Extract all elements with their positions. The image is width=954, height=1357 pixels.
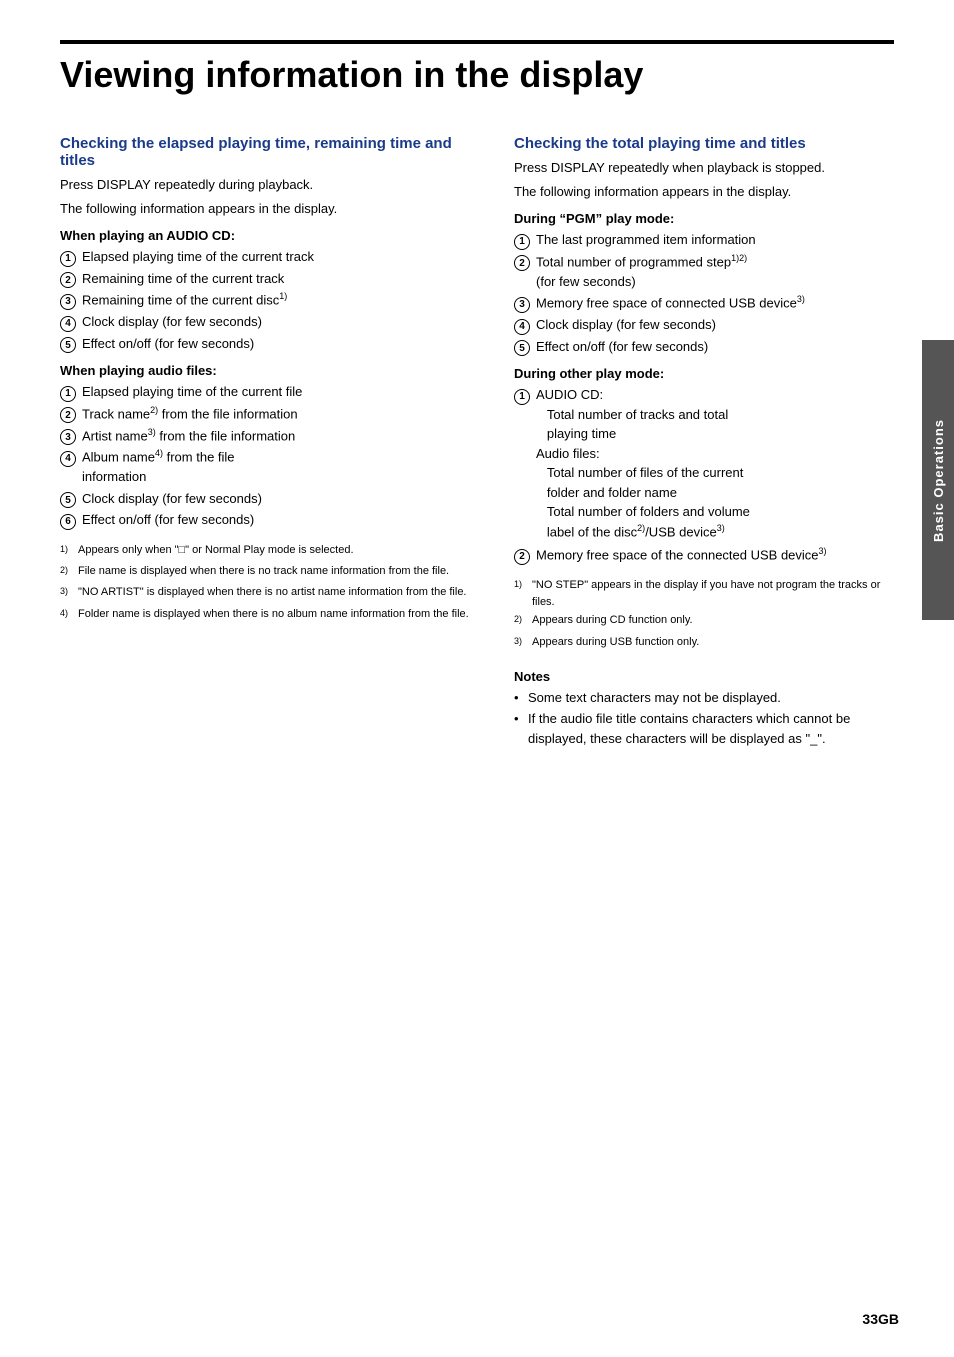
footnote-item: 2) Appears during CD function only.: [514, 612, 894, 631]
section2-heading: Checking the total playing time and titl…: [514, 135, 894, 152]
two-column-layout: Checking the elapsed playing time, remai…: [60, 119, 894, 750]
subsection-other-heading: During other play mode:: [514, 366, 894, 381]
footnote-item: 1) Appears only when "□" or Normal Play …: [60, 542, 474, 561]
list-item: 2 Remaining time of the current track: [60, 269, 474, 289]
subsection-audio-cd-heading: When playing an AUDIO CD:: [60, 228, 474, 243]
list-item: 3 Remaining time of the current disc1): [60, 290, 474, 310]
list-item: 1 AUDIO CD: Total number of tracks and t…: [514, 385, 894, 541]
page-container: Basic Operations Viewing information in …: [0, 0, 954, 1357]
footnote-item: 4) Folder name is displayed when there i…: [60, 606, 474, 625]
list-item: 1 Elapsed playing time of the current fi…: [60, 382, 474, 402]
list-item: 5 Effect on/off (for few seconds): [60, 334, 474, 354]
list-item: 4 Clock display (for few seconds): [514, 315, 894, 335]
footnote-item: 2) File name is displayed when there is …: [60, 563, 474, 582]
section1-intro1: Press DISPLAY repeatedly during playback…: [60, 175, 474, 195]
bullet-item: • Some text characters may not be displa…: [514, 688, 894, 708]
section2-intro1: Press DISPLAY repeatedly when playback i…: [514, 158, 894, 178]
left-column: Checking the elapsed playing time, remai…: [60, 119, 474, 750]
right-footnotes: 1) "NO STEP" appears in the display if y…: [514, 577, 894, 653]
subsection-audio-files-heading: When playing audio files:: [60, 363, 474, 378]
page-number: 33GB: [862, 1311, 899, 1327]
list-item: 5 Effect on/off (for few seconds): [514, 337, 894, 357]
section2-intro2: The following information appears in the…: [514, 182, 894, 202]
footnote-item: 3) "NO ARTIST" is displayed when there i…: [60, 584, 474, 603]
notes-section: Notes • Some text characters may not be …: [514, 669, 894, 749]
list-item: 2 Track name2) from the file information: [60, 404, 474, 424]
side-tab-label: Basic Operations: [931, 419, 946, 542]
notes-heading: Notes: [514, 669, 894, 684]
list-item: 4 Album name4) from the fileinformation: [60, 447, 474, 486]
list-item: 3 Artist name3) from the file informatio…: [60, 426, 474, 446]
side-tab: Basic Operations: [922, 340, 954, 620]
list-item: 6 Effect on/off (for few seconds): [60, 510, 474, 530]
footnote-item: 3) Appears during USB function only.: [514, 634, 894, 653]
subsection-pgm-heading: During “PGM” play mode:: [514, 211, 894, 226]
footnote-item: 1) "NO STEP" appears in the display if y…: [514, 577, 894, 610]
left-footnotes: 1) Appears only when "□" or Normal Play …: [60, 542, 474, 625]
section1-intro2: The following information appears in the…: [60, 199, 474, 219]
page-title: Viewing information in the display: [60, 40, 894, 95]
list-item: 2 Total number of programmed step1)2)(fo…: [514, 252, 894, 291]
list-item: 1 Elapsed playing time of the current tr…: [60, 247, 474, 267]
list-item: 2 Memory free space of the connected USB…: [514, 545, 894, 565]
list-item: 4 Clock display (for few seconds): [60, 312, 474, 332]
right-column: Checking the total playing time and titl…: [514, 119, 894, 750]
section1-heading: Checking the elapsed playing time, remai…: [60, 135, 474, 169]
bullet-item: • If the audio file title contains chara…: [514, 709, 894, 748]
list-item: 5 Clock display (for few seconds): [60, 489, 474, 509]
list-item: 1 The last programmed item information: [514, 230, 894, 250]
list-item: 3 Memory free space of connected USB dev…: [514, 293, 894, 313]
